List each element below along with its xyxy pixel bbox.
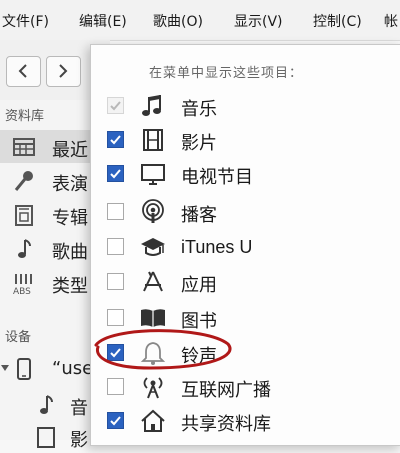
- popup-item-apps[interactable]: 应用: [91, 265, 400, 299]
- checkmark-icon: [110, 416, 121, 426]
- checkbox-tv-shows[interactable]: [107, 165, 124, 182]
- checkbox-movies[interactable]: [107, 131, 124, 148]
- calendar-grid-icon: [13, 138, 35, 156]
- popup-item-music: 音乐: [91, 89, 400, 123]
- podcast-icon: [142, 199, 164, 223]
- sidebar-item-label: 影: [70, 430, 88, 451]
- microphone-icon: [14, 171, 33, 191]
- sidebar-item-label: 表演: [52, 174, 88, 195]
- checkbox-itunes-u[interactable]: [107, 238, 124, 255]
- checkmark-icon: [110, 135, 121, 145]
- popup-item-movies[interactable]: 影片: [91, 123, 400, 157]
- checkbox-music: [107, 97, 124, 114]
- sidebar-item-label: 音: [70, 398, 88, 419]
- forward-button[interactable]: [46, 56, 81, 87]
- book-icon: [141, 309, 165, 327]
- popup-item-label: 音乐: [181, 99, 217, 120]
- app-store-icon: [143, 271, 163, 292]
- popup-item-label: 电视节目: [181, 167, 253, 188]
- sidebar-item-label: “use: [52, 358, 94, 379]
- menu-controls[interactable]: 控制(C): [313, 11, 362, 31]
- music-note-icon: [40, 395, 53, 414]
- checkbox-shared-libraries[interactable]: [107, 412, 124, 429]
- back-button[interactable]: [6, 56, 41, 87]
- devices-section-title: 设备: [5, 330, 32, 345]
- checkmark-icon: [110, 169, 121, 179]
- checkbox-internet-radio[interactable]: [107, 378, 124, 395]
- checkbox-books[interactable]: [107, 309, 124, 326]
- menu-items-popup: 在菜单中显示这些项目： 音乐 影片 电视节目 播客 iTunes U 应用 图书…: [90, 44, 400, 446]
- film-icon: [37, 427, 55, 448]
- checkbox-podcasts[interactable]: [107, 203, 124, 220]
- checkbox-ringtones[interactable]: [107, 344, 124, 361]
- sidebar-item-label: 专辑: [52, 208, 88, 229]
- sidebar-item-label: 最近: [52, 140, 88, 161]
- popup-item-label: iTunes U: [181, 237, 253, 257]
- popup-item-internet-radio[interactable]: 互联网广播: [91, 370, 400, 404]
- checkmark-icon: [110, 101, 121, 111]
- phone-icon: [17, 358, 31, 380]
- disclosure-triangle-icon[interactable]: [1, 364, 9, 372]
- sidebar-item-label: 类型: [52, 276, 88, 297]
- popup-item-label: 影片: [181, 133, 217, 154]
- popup-item-shared-libraries[interactable]: 共享资料库: [91, 404, 400, 438]
- radio-antenna-icon: [143, 377, 163, 399]
- sidebar-item-label: 歌曲: [52, 242, 88, 263]
- menu-account[interactable]: 帐: [384, 11, 398, 31]
- popup-item-label: 铃声: [181, 346, 217, 367]
- menu-bar: 文件(F) 编辑(E) 歌曲(O) 显示(V) 控制(C) 帐: [0, 0, 400, 41]
- menu-view[interactable]: 显示(V): [234, 11, 283, 31]
- film-icon: [143, 129, 163, 151]
- chevron-right-icon: [59, 64, 68, 78]
- popup-item-podcasts[interactable]: 播客: [91, 195, 400, 229]
- menu-song[interactable]: 歌曲(O): [153, 11, 203, 31]
- checkmark-icon: [110, 348, 121, 358]
- popup-item-books[interactable]: 图书: [91, 301, 400, 335]
- album-icon: [15, 205, 33, 226]
- popup-item-label: 播客: [181, 205, 217, 226]
- checkbox-apps[interactable]: [107, 273, 124, 290]
- tv-icon: [141, 164, 165, 185]
- popup-item-label: 共享资料库: [181, 414, 271, 435]
- menu-file[interactable]: 文件(F): [2, 11, 49, 31]
- home-icon: [141, 409, 165, 432]
- popup-item-label: 应用: [181, 275, 217, 296]
- popup-title: 在菜单中显示这些项目：: [149, 66, 304, 81]
- library-section-title: 资料库: [5, 109, 45, 124]
- popup-item-label: 互联网广播: [181, 380, 271, 401]
- popup-item-ringtones[interactable]: 铃声: [91, 336, 400, 370]
- menu-edit[interactable]: 编辑(E): [79, 11, 127, 31]
- popup-item-label: 图书: [181, 311, 217, 332]
- svg-text:ABS: ABS: [13, 287, 31, 295]
- music-note-icon: [142, 95, 161, 116]
- graduation-cap-icon: [141, 238, 165, 256]
- bell-icon: [140, 342, 166, 365]
- music-note-icon: [18, 239, 31, 258]
- popup-item-tv-shows[interactable]: 电视节目: [91, 157, 400, 191]
- genre-icon: ABS: [13, 274, 32, 295]
- popup-item-itunes-u[interactable]: iTunes U: [91, 230, 400, 264]
- chevron-left-icon: [18, 64, 27, 78]
